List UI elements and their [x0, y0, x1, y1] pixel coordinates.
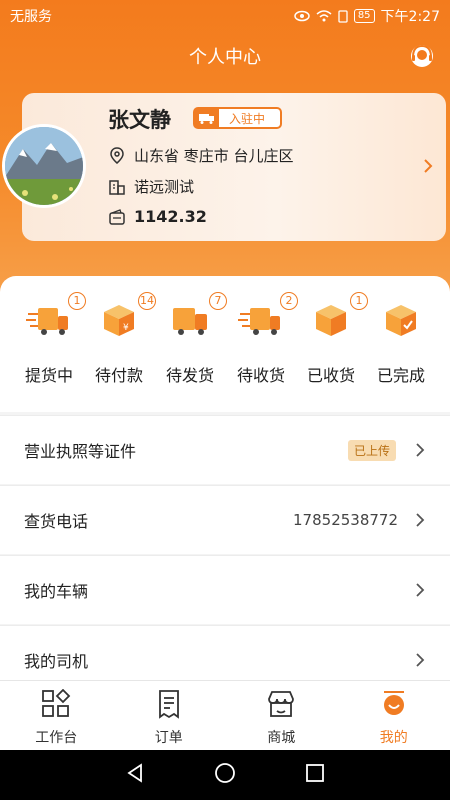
balance-row: 1142.32	[108, 207, 207, 226]
tab-orders[interactable]: 订单	[113, 681, 226, 750]
order-icon	[154, 689, 184, 723]
tab-label: 订单	[154, 730, 183, 746]
delivery-truck-icon	[26, 308, 72, 344]
tab-store[interactable]: 商城	[225, 681, 338, 750]
svg-text:¥: ¥	[123, 323, 129, 333]
menu-item-business-license[interactable]: 营业执照等证件 已上传	[0, 415, 450, 484]
profile-icon	[379, 689, 409, 723]
store-icon	[266, 689, 296, 723]
building-icon	[108, 178, 126, 196]
profile-chevron-right-icon[interactable]	[422, 158, 434, 174]
order-status-completed[interactable]: 已完成	[366, 300, 436, 386]
order-status-received[interactable]: 1 已收货	[296, 292, 368, 386]
tab-label: 我的	[379, 730, 408, 746]
box-check-icon	[378, 305, 424, 344]
upload-status-badge: 已上传	[347, 439, 396, 461]
status-bar: 无服务 85 下午2:27	[0, 0, 450, 32]
order-status-label: 待发货	[165, 366, 214, 385]
order-status-to-ship[interactable]: 7 待发货	[155, 292, 227, 386]
location-row: 山东省 枣庄市 台儿庄区	[108, 145, 294, 166]
menu-item-label: 我的司机	[24, 652, 89, 671]
order-status-to-receive[interactable]: 2 待收货	[226, 292, 298, 386]
box-icon	[308, 305, 354, 344]
company-text: 诺远测试	[134, 178, 195, 196]
truck-icon	[167, 308, 213, 344]
tab-profile[interactable]: 我的	[338, 681, 450, 750]
wallet-icon	[108, 208, 126, 226]
tab-workbench[interactable]: 工作台	[0, 681, 113, 750]
page-title: 个人中心	[189, 47, 261, 68]
location-text: 山东省 枣庄市 台儿庄区	[134, 147, 294, 165]
phone-number: 17852538772	[293, 511, 398, 529]
order-status-label: 待付款	[94, 366, 143, 385]
home-icon[interactable]	[214, 762, 236, 788]
menu-item-inquiry-phone[interactable]: 查货电话 17852538772	[0, 485, 450, 554]
order-status-picking[interactable]: 1 提货中	[14, 292, 86, 386]
company-row: 诺远测试	[108, 176, 194, 197]
system-navigation-bar	[0, 750, 450, 800]
order-status-label: 已收货	[306, 366, 355, 385]
order-status-label: 待收货	[236, 366, 285, 385]
customer-service-icon[interactable]	[408, 42, 436, 70]
tab-label: 工作台	[35, 730, 78, 746]
clock-text: 下午2:27	[380, 9, 440, 25]
avatar[interactable]	[2, 124, 86, 208]
menu-item-my-vehicles[interactable]: 我的车辆	[0, 555, 450, 624]
user-name: 张文静	[108, 108, 171, 132]
menu-item-label: 查货电话	[24, 512, 89, 531]
truck-badge-icon	[195, 109, 219, 127]
carrier-text: 无服务	[10, 9, 52, 25]
workbench-icon	[41, 688, 71, 723]
bottom-tab-bar: 工作台 订单 商城 我的	[0, 680, 450, 750]
chevron-right-icon	[414, 582, 426, 598]
status-badge-label: 入驻中	[229, 111, 266, 126]
menu-item-label: 营业执照等证件	[24, 442, 137, 461]
order-status-label: 已完成	[376, 366, 425, 385]
battery-level: 85	[353, 9, 375, 23]
menu-item-label: 我的车辆	[24, 582, 89, 601]
box-yuan-icon: ¥	[96, 305, 142, 344]
title-bar: 个人中心	[0, 36, 450, 76]
order-count-badge: 7	[209, 292, 227, 310]
chevron-right-icon	[414, 652, 426, 668]
order-count-badge: 14	[138, 292, 156, 310]
order-status-unpaid[interactable]: ¥ 14 待付款	[84, 292, 156, 386]
tab-label: 商城	[267, 730, 296, 746]
sim-icon	[338, 9, 348, 23]
wifi-icon	[316, 10, 332, 22]
chevron-right-icon	[414, 442, 426, 458]
location-pin-icon	[108, 146, 126, 165]
recent-apps-icon[interactable]	[305, 763, 325, 787]
chevron-right-icon	[414, 512, 426, 528]
eye-comfort-icon	[294, 10, 310, 22]
balance-amount: 1142.32	[134, 207, 207, 226]
back-icon[interactable]	[125, 763, 145, 787]
delivery-truck-icon	[238, 308, 284, 344]
status-badge: 入驻中	[193, 107, 282, 129]
order-status-label: 提货中	[24, 366, 73, 385]
